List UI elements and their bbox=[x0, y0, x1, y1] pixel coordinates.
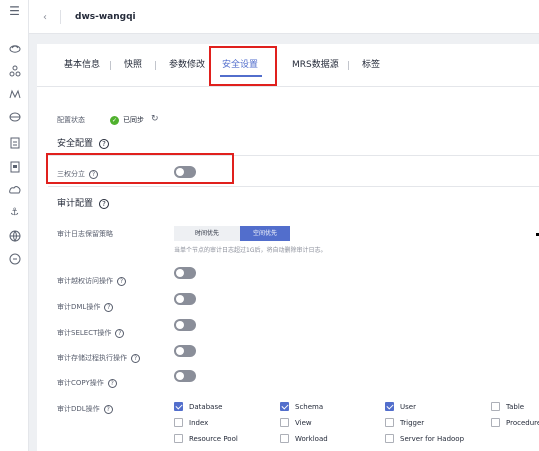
ddl-database-label: Database bbox=[189, 403, 223, 411]
audit-toggle-label: 审计存储过程执行操作? bbox=[57, 353, 140, 363]
help-icon[interactable]: ? bbox=[107, 378, 117, 388]
ddl-user-checkbox[interactable] bbox=[385, 402, 394, 411]
refresh-icon[interactable]: ↻ bbox=[151, 113, 159, 125]
menu-icon[interactable]: ☰ bbox=[8, 4, 21, 17]
ddl-index-checkbox[interactable] bbox=[174, 418, 183, 427]
audit-toggle-label: 审计DDL操作? bbox=[57, 404, 113, 414]
security-section-title: 安全配置? bbox=[57, 138, 110, 151]
ddl-procedure-checkbox[interactable] bbox=[491, 418, 500, 427]
tab-divider bbox=[155, 61, 156, 70]
cloud-icon[interactable] bbox=[8, 41, 21, 54]
document-icon[interactable] bbox=[8, 136, 21, 149]
tab-mrs-datasource[interactable]: MRS数据源 bbox=[292, 58, 339, 72]
separation-highlight-box bbox=[46, 153, 234, 184]
ddl-procedure-label: Procedure bbox=[506, 419, 539, 427]
section-divider bbox=[48, 186, 539, 187]
audit-toggle-label: 审计COPY操作? bbox=[57, 378, 117, 388]
ddl-view-label: View bbox=[295, 419, 312, 427]
ddl-server-for-hadoop-label: Server for Hadoop bbox=[400, 435, 465, 443]
ddl-schema-checkbox[interactable] bbox=[280, 402, 289, 411]
ddl-resource-pool-label: Resource Pool bbox=[189, 435, 238, 443]
ddl-database-checkbox[interactable] bbox=[174, 402, 183, 411]
retention-hint: 当单个节点的审计日志超过1G后，将自动删除审计日志。 bbox=[174, 247, 327, 254]
audit-select-label: 审计SELECT操作 bbox=[57, 329, 112, 337]
cluster-icon[interactable] bbox=[8, 64, 21, 77]
anchor-icon[interactable]: ⚓ bbox=[8, 206, 21, 219]
ddl-view-checkbox[interactable] bbox=[280, 418, 289, 427]
audit-unauthorized-toggle[interactable] bbox=[174, 267, 196, 279]
chevron-left-icon[interactable]: ‹ bbox=[38, 10, 52, 24]
ddl-workload-checkbox[interactable] bbox=[280, 434, 289, 443]
audit-section-title: 审计配置? bbox=[57, 198, 110, 211]
tab-parameters[interactable]: 参数修改 bbox=[169, 58, 205, 72]
help-icon[interactable]: ? bbox=[117, 276, 126, 286]
audit-section-title-text: 审计配置 bbox=[57, 199, 94, 209]
help-icon[interactable]: ? bbox=[103, 404, 113, 414]
help-icon[interactable]: ? bbox=[99, 198, 110, 209]
audit-dml-label: 审计DML操作 bbox=[57, 303, 101, 311]
retention-option-time[interactable]: 时间优先 bbox=[174, 226, 240, 241]
audit-toggle-label: 审计越权访问操作? bbox=[57, 276, 126, 286]
tabs-bottom-border bbox=[37, 86, 539, 87]
ddl-schema-label: Schema bbox=[295, 403, 324, 411]
monitor-icon[interactable] bbox=[8, 87, 21, 100]
audit-procedure-label: 审计存储过程执行操作 bbox=[57, 354, 127, 362]
security-section-title-text: 安全配置 bbox=[57, 139, 94, 149]
retention-label: 审计日志保留策略 bbox=[57, 230, 113, 238]
config-status-label: 配置状态 bbox=[57, 116, 85, 124]
ddl-trigger-checkbox[interactable] bbox=[385, 418, 394, 427]
server-icon[interactable] bbox=[8, 160, 21, 173]
audit-select-toggle[interactable] bbox=[174, 319, 196, 331]
ddl-resource-pool-checkbox[interactable] bbox=[174, 434, 183, 443]
tab-basic-info[interactable]: 基本信息 bbox=[64, 58, 100, 72]
ddl-server-for-hadoop-checkbox[interactable] bbox=[385, 434, 394, 443]
audit-unauthorized-label: 审计越权访问操作 bbox=[57, 277, 113, 285]
config-status-value: 已同步 bbox=[123, 116, 144, 124]
audit-procedure-toggle[interactable] bbox=[174, 345, 196, 357]
audit-toggle-label: 审计DML操作? bbox=[57, 302, 114, 312]
database-icon[interactable] bbox=[8, 110, 21, 123]
cloud-storage-icon[interactable] bbox=[8, 183, 21, 196]
help-icon[interactable]: ? bbox=[99, 138, 110, 149]
tab-snapshot[interactable]: 快照 bbox=[124, 58, 142, 72]
retention-option-space[interactable]: 空间优先 bbox=[240, 226, 290, 241]
audit-dml-toggle[interactable] bbox=[174, 293, 196, 305]
chat-icon[interactable] bbox=[8, 252, 21, 265]
audit-copy-label: 审计COPY操作 bbox=[57, 379, 104, 387]
tab-tags[interactable]: 标签 bbox=[362, 58, 380, 72]
ddl-table-checkbox[interactable] bbox=[491, 402, 500, 411]
ddl-trigger-label: Trigger bbox=[400, 419, 425, 427]
audit-ddl-label: 审计DDL操作 bbox=[57, 405, 100, 413]
ddl-workload-label: Workload bbox=[295, 435, 328, 443]
help-icon[interactable]: ? bbox=[131, 353, 140, 363]
check-icon: ✓ bbox=[110, 116, 119, 125]
globe-icon[interactable] bbox=[8, 229, 21, 242]
header-divider bbox=[60, 10, 61, 24]
help-icon[interactable]: ? bbox=[115, 328, 125, 338]
ddl-table-label: Table bbox=[506, 403, 525, 411]
audit-toggle-label: 审计SELECT操作? bbox=[57, 328, 125, 338]
left-nav-rail: ☰ ⚓ bbox=[0, 0, 29, 451]
tab-divider bbox=[348, 61, 349, 70]
ddl-index-label: Index bbox=[189, 419, 209, 427]
help-icon[interactable]: ? bbox=[104, 302, 114, 312]
page-title: dws-wangqi bbox=[75, 12, 136, 22]
audit-copy-toggle[interactable] bbox=[174, 370, 196, 382]
tab-divider bbox=[110, 61, 111, 70]
ddl-user-label: User bbox=[400, 403, 416, 411]
tab-highlight-box bbox=[209, 46, 277, 86]
